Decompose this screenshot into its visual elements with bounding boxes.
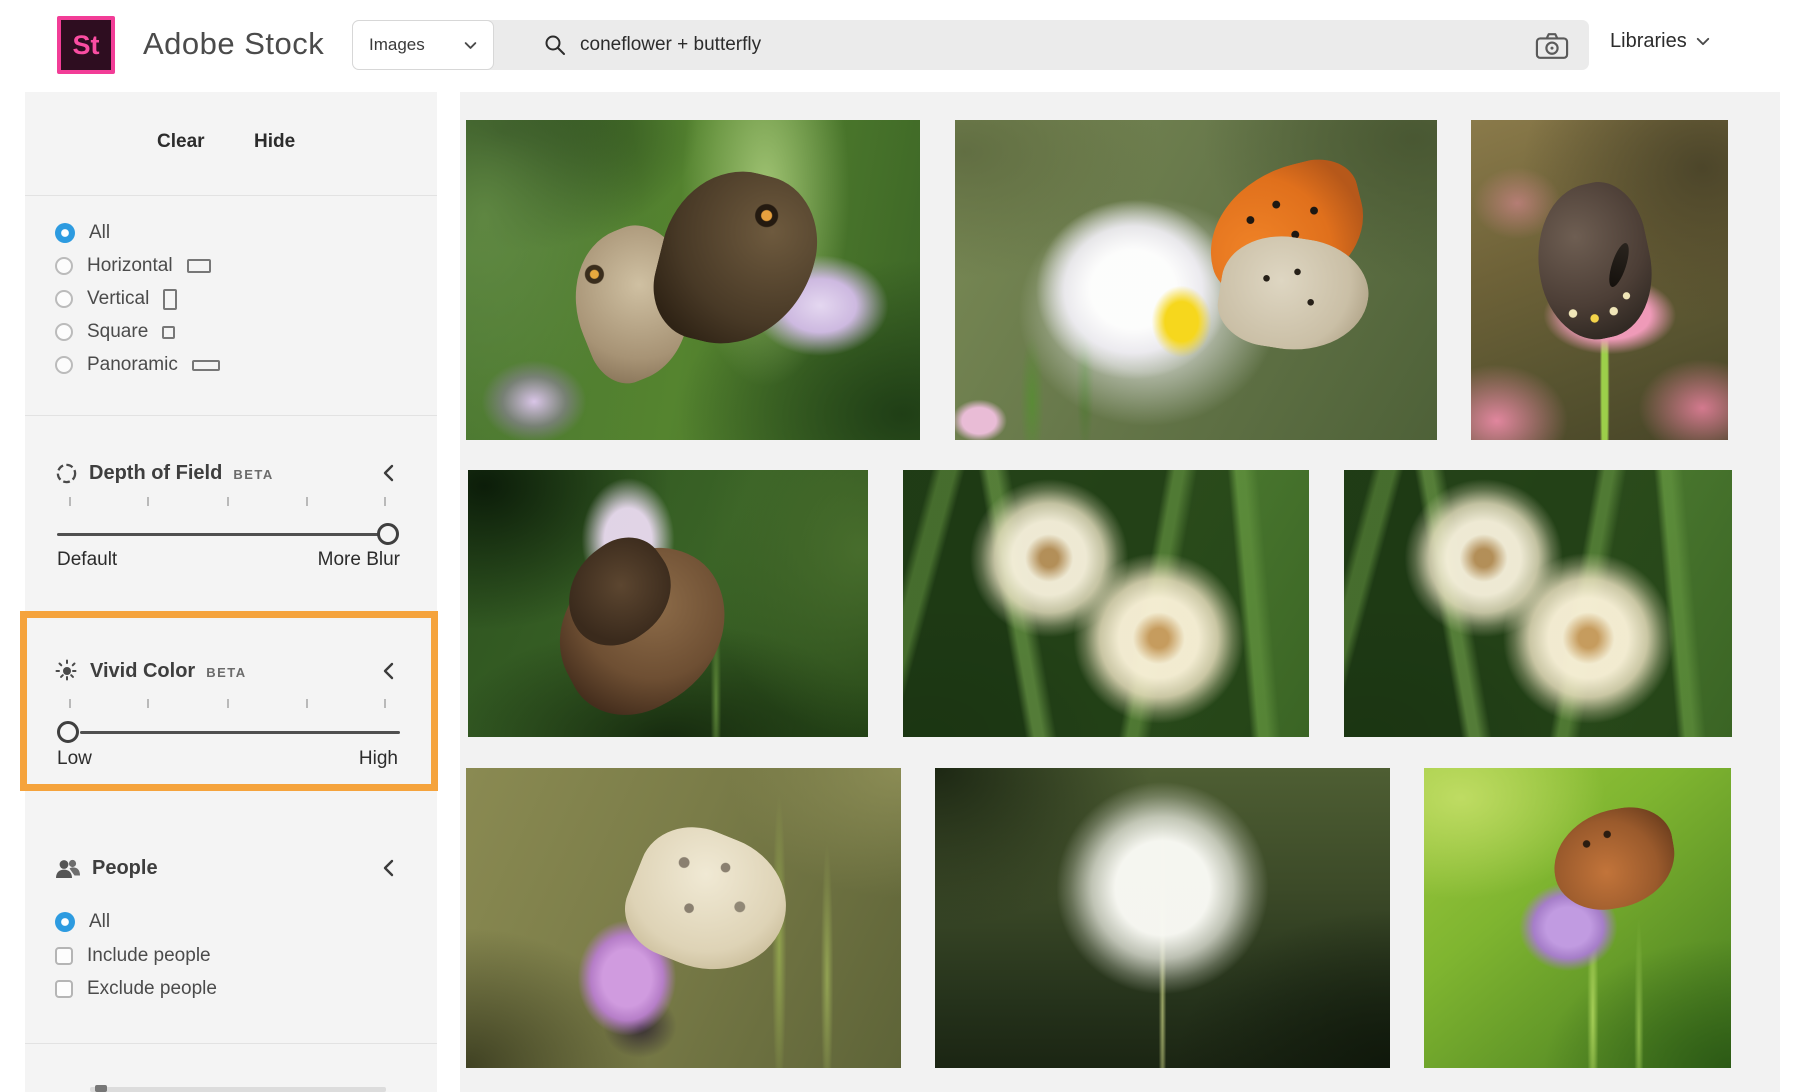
slider-thumb[interactable]	[377, 523, 399, 545]
slider-max-label: High	[300, 748, 398, 770]
radio-icon	[55, 323, 73, 341]
slider-track[interactable]	[57, 533, 379, 536]
orientation-option-all[interactable]: All	[55, 222, 110, 244]
search-icon	[544, 34, 566, 56]
hide-filters-button[interactable]: Hide	[254, 131, 295, 153]
clear-filters-button[interactable]: Clear	[157, 131, 205, 153]
slider-min-label: Low	[57, 748, 92, 770]
people-option-all[interactable]: All	[55, 911, 110, 933]
checkbox-icon	[55, 947, 73, 965]
divider	[25, 1043, 437, 1044]
horizontal-rect-icon	[187, 259, 211, 273]
people-section-header: People	[55, 856, 395, 880]
radio-icon	[55, 356, 73, 374]
depth-of-field-section-header: Depth of Field BETA	[55, 461, 395, 485]
search-bar[interactable]: Images coneflower + butterfly	[352, 20, 1589, 70]
search-result-image[interactable]	[1471, 120, 1728, 440]
people-option-exclude[interactable]: Exclude people	[55, 978, 217, 1000]
option-label: Horizontal	[87, 255, 173, 277]
search-result-image[interactable]	[903, 470, 1309, 737]
slider-track[interactable]	[80, 731, 400, 734]
search-result-image[interactable]	[1424, 768, 1731, 1068]
header: St Adobe Stock Images coneflower + butte…	[0, 0, 1800, 92]
orientation-option-panoramic[interactable]: Panoramic	[55, 354, 220, 376]
vivid-color-section-header: Vivid Color BETA	[55, 659, 395, 683]
chevron-down-icon	[1696, 37, 1710, 46]
orientation-option-vertical[interactable]: Vertical	[55, 288, 177, 310]
option-label: Include people	[87, 945, 211, 967]
search-result-image[interactable]	[1344, 470, 1732, 737]
search-input[interactable]: coneflower + butterfly	[580, 34, 761, 56]
people-icon	[55, 858, 81, 879]
search-result-image[interactable]	[466, 768, 901, 1068]
search-result-image[interactable]	[955, 120, 1437, 440]
next-section-partial	[90, 1087, 386, 1092]
section-title: Depth of Field	[89, 462, 222, 485]
adobe-stock-logo[interactable]: St	[57, 16, 115, 74]
slider-thumb[interactable]	[57, 721, 79, 743]
search-result-image[interactable]	[466, 120, 920, 440]
square-rect-icon	[162, 326, 175, 339]
option-label: Square	[87, 321, 148, 343]
chevron-down-icon	[464, 41, 477, 50]
next-section-partial	[95, 1085, 107, 1092]
search-scope-label: Images	[369, 35, 425, 55]
option-label: All	[89, 911, 110, 933]
section-title: People	[92, 857, 158, 880]
orientation-option-square[interactable]: Square	[55, 321, 175, 343]
option-label: All	[89, 222, 110, 244]
aperture-icon	[55, 462, 78, 485]
beta-badge: BETA	[206, 665, 246, 680]
divider	[25, 415, 437, 416]
option-label: Exclude people	[87, 978, 217, 1000]
search-result-image[interactable]	[935, 768, 1390, 1068]
camera-search-button[interactable]	[1534, 32, 1570, 60]
slider-min-label: Default	[57, 549, 117, 571]
search-scope-dropdown[interactable]: Images	[352, 20, 494, 70]
sun-icon	[55, 659, 79, 683]
divider	[25, 195, 437, 196]
people-option-include[interactable]: Include people	[55, 945, 211, 967]
brand-title: Adobe Stock	[143, 26, 324, 62]
radio-selected-icon	[55, 223, 75, 243]
panoramic-rect-icon	[192, 360, 220, 371]
section-title: Vivid Color	[90, 660, 195, 683]
search-result-image[interactable]	[468, 470, 868, 737]
radio-icon	[55, 257, 73, 275]
chevron-left-icon[interactable]	[382, 464, 395, 482]
vertical-rect-icon	[163, 289, 177, 310]
chevron-left-icon[interactable]	[382, 662, 395, 680]
beta-badge: BETA	[233, 467, 273, 482]
chevron-left-icon[interactable]	[382, 859, 395, 877]
adobe-stock-page: St Adobe Stock Images coneflower + butte…	[0, 0, 1800, 1092]
checkbox-icon	[55, 980, 73, 998]
option-label: Vertical	[87, 288, 149, 310]
radio-selected-icon	[55, 912, 75, 932]
radio-icon	[55, 290, 73, 308]
slider-max-label: More Blur	[280, 549, 400, 571]
orientation-option-horizontal[interactable]: Horizontal	[55, 255, 211, 277]
libraries-label: Libraries	[1610, 30, 1687, 53]
libraries-menu[interactable]: Libraries	[1610, 30, 1710, 53]
logo-glyph: St	[73, 30, 100, 61]
option-label: Panoramic	[87, 354, 178, 376]
